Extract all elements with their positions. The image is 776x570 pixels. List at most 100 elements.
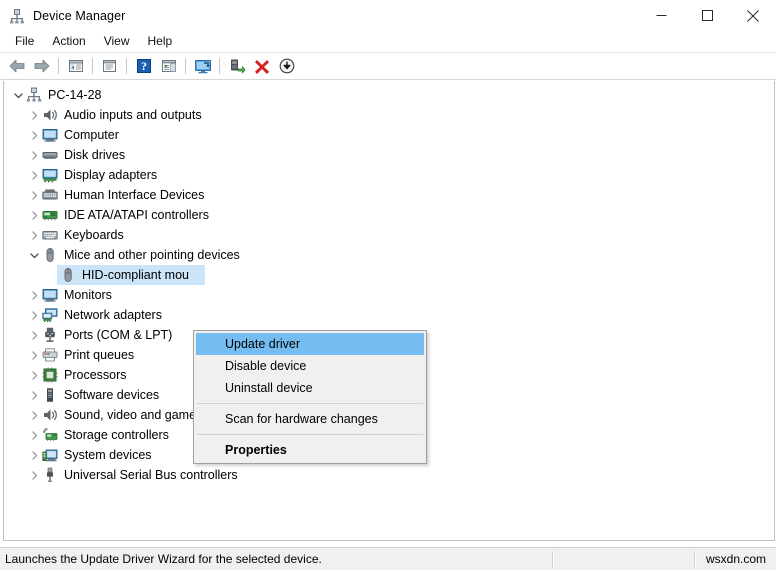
help-question-icon: ? [136,59,151,73]
hid-icon [42,187,58,203]
chevron-right-icon[interactable] [26,165,42,185]
toolbar-separator-5 [219,58,220,74]
tree-item-human-interface-devices[interactable]: Human Interface Devices [4,185,774,205]
chevron-right-icon[interactable] [26,225,42,245]
chevron-right-icon[interactable] [26,445,42,465]
help-button[interactable]: ? [132,55,155,77]
tree-item-keyboards[interactable]: Keyboards [4,225,774,245]
tree-item-label: Computer [64,128,119,142]
update-driver-button[interactable] [225,55,248,77]
monitor-icon [42,127,58,143]
close-button[interactable] [730,0,776,31]
tree-item-universal-serial-bus-controllers[interactable]: Universal Serial Bus controllers [4,465,774,485]
chevron-right-icon[interactable] [26,385,42,405]
system-device-icon [42,447,58,463]
context-menu-item-disable-device[interactable]: Disable device [194,355,426,377]
chevron-right-icon[interactable] [26,345,42,365]
back-arrow-icon [9,59,24,73]
context-menu-item-properties[interactable]: Properties [194,439,426,461]
tree-item-audio-inputs-and-outputs[interactable]: Audio inputs and outputs [4,105,774,125]
tree-item-label: Audio inputs and outputs [64,108,202,122]
tree-item-disk-drives[interactable]: Disk drives [4,145,774,165]
menu-file[interactable]: File [6,32,43,51]
tree-item-ide-ata-atapi-controllers[interactable]: IDE ATA/ATAPI controllers [4,205,774,225]
maximize-button[interactable] [684,0,730,31]
chevron-right-icon[interactable] [26,205,42,225]
tree-item-label: Display adapters [64,168,158,182]
watermark-label: wsxdn.com [705,552,767,566]
chevron-right-icon[interactable] [26,405,42,425]
back-button[interactable] [5,55,28,77]
speaker-icon [42,107,58,123]
tree-item-label: Ports (COM & LPT) [64,328,173,342]
context-menu-item-uninstall-device[interactable]: Uninstall device [194,377,426,399]
chevron-right-icon[interactable] [26,365,42,385]
keyboard-icon [42,227,58,243]
show-hide-action-pane-button[interactable] [157,55,180,77]
chevron-right-icon[interactable] [26,105,42,125]
chevron-down-icon[interactable] [10,85,26,105]
forward-arrow-icon [34,59,49,73]
chevron-right-icon[interactable] [26,185,42,205]
action-pane-icon [161,60,176,72]
tree-item-monitors[interactable]: Monitors [4,285,774,305]
software-device-icon [42,387,58,403]
chevron-right-icon[interactable] [26,125,42,145]
chevron-right-icon[interactable] [26,325,42,345]
tree-item-label: Processors [64,368,127,382]
menu-action[interactable]: Action [43,32,94,51]
title-bar: Device Manager [0,0,776,31]
context-menu-item-scan-for-hardware-changes[interactable]: Scan for hardware changes [194,408,426,430]
red-x-icon [254,60,269,74]
scan-for-hardware-changes-button[interactable] [191,55,214,77]
device-manager-icon [9,8,25,24]
tree-item-label: Print queues [64,348,135,362]
tree-item-label: HID-compliant mou [82,268,189,282]
tree-item-label: Storage controllers [64,428,169,442]
chevron-right-icon[interactable] [26,305,42,325]
tree-item-network-adapters[interactable]: Network adapters [4,305,774,325]
port-icon [42,327,58,343]
chevron-right-icon[interactable] [26,145,42,165]
disable-arrow-down-icon [279,58,294,74]
context-menu-item-update-driver[interactable]: Update driver [196,333,424,355]
menu-view[interactable]: View [95,32,139,51]
context-menu-separator-2 [197,434,423,435]
show-hide-console-tree-button[interactable] [64,55,87,77]
tree-item-label: Human Interface Devices [64,188,205,202]
tree-item-label: IDE ATA/ATAPI controllers [64,208,209,222]
chevron-right-icon[interactable] [26,285,42,305]
properties-button[interactable] [98,55,121,77]
minimize-button[interactable] [638,0,684,31]
toolbar-separator-1 [58,58,59,74]
processor-icon [42,367,58,383]
ide-controller-icon [42,207,58,223]
toolbar-separator-4 [185,58,186,74]
chevron-right-icon[interactable] [26,465,42,485]
uninstall-device-button[interactable] [250,55,273,77]
network-adapter-icon [42,307,58,323]
tree-item-label: System devices [64,448,152,462]
tree-item-root[interactable]: PC-14-28 [4,85,774,105]
window-title: Device Manager [33,8,126,23]
tree-item-mice-and-other-pointing-devices[interactable]: Mice and other pointing devices [4,245,774,265]
tree-item-computer[interactable]: Computer [4,125,774,145]
disk-drive-icon [42,147,58,163]
mouse-icon [60,267,76,283]
status-bar: Launches the Update Driver Wizard for th… [0,547,776,570]
tree-item-hid-compliant-mouse[interactable]: HID-compliant mou [4,265,774,285]
chevron-down-icon[interactable] [26,245,42,265]
tree-item-display-adapters[interactable]: Display adapters [4,165,774,185]
mouse-icon [42,247,58,263]
tree-item-label: PC-14-28 [48,88,102,102]
printer-icon [42,347,58,363]
update-driver-icon [230,59,245,74]
disable-device-button[interactable] [275,55,298,77]
chevron-right-icon[interactable] [26,425,42,445]
svg-text:?: ? [141,59,147,73]
tree-item-label: Disk drives [64,148,126,162]
menu-help[interactable]: Help [139,32,182,51]
tree-item-label: Mice and other pointing devices [64,248,240,262]
properties-window-icon [102,60,116,72]
forward-button[interactable] [30,55,53,77]
